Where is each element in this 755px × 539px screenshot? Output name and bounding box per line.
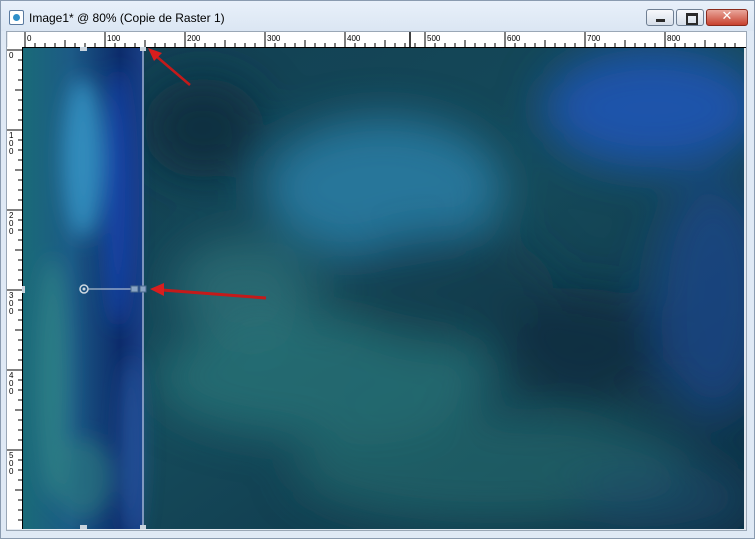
ruler-label: 800 bbox=[667, 34, 681, 43]
ruler-label: 200 bbox=[187, 34, 201, 43]
horizontal-ruler-scale: 0 100 200 300 400 500 600 700 800 bbox=[24, 32, 736, 47]
ruler-label: 0 bbox=[9, 227, 14, 236]
image-document-icon[interactable] bbox=[9, 10, 24, 25]
window-controls: ✕ bbox=[646, 9, 748, 26]
window-title: Image1* @ 80% (Copie de Raster 1) bbox=[29, 11, 225, 25]
vertical-ruler[interactable]: 0100200300400500 bbox=[7, 47, 23, 529]
ruler-label: 400 bbox=[347, 34, 361, 43]
horizontal-ruler[interactable]: 0 100 200 300 400 500 600 700 800 bbox=[8, 32, 746, 48]
maximize-button[interactable] bbox=[676, 9, 704, 26]
minimize-icon bbox=[656, 19, 665, 22]
abstract-background-image bbox=[23, 48, 744, 529]
ruler-label: 0 bbox=[9, 307, 14, 316]
vertical-ruler-scale: 0100200300400500 bbox=[7, 49, 22, 521]
ruler-label: 500 bbox=[427, 34, 441, 43]
title-bar[interactable]: Image1* @ 80% (Copie de Raster 1) ✕ bbox=[1, 1, 754, 31]
image-canvas[interactable] bbox=[23, 48, 744, 529]
ruler-label: 0 bbox=[9, 387, 14, 396]
ruler-label: 700 bbox=[587, 34, 601, 43]
ruler-label: 100 bbox=[107, 34, 121, 43]
ruler-label: 0 bbox=[9, 51, 14, 60]
ruler-label: 600 bbox=[507, 34, 521, 43]
ruler-label: 0 bbox=[9, 467, 14, 476]
close-icon: ✕ bbox=[721, 9, 733, 24]
ruler-label: 0 bbox=[27, 34, 32, 43]
close-button[interactable]: ✕ bbox=[706, 9, 748, 26]
ruler-label: 0 bbox=[9, 147, 14, 156]
maximize-icon bbox=[686, 13, 698, 25]
ruler-label: 300 bbox=[267, 34, 281, 43]
minimize-button[interactable] bbox=[646, 9, 674, 26]
